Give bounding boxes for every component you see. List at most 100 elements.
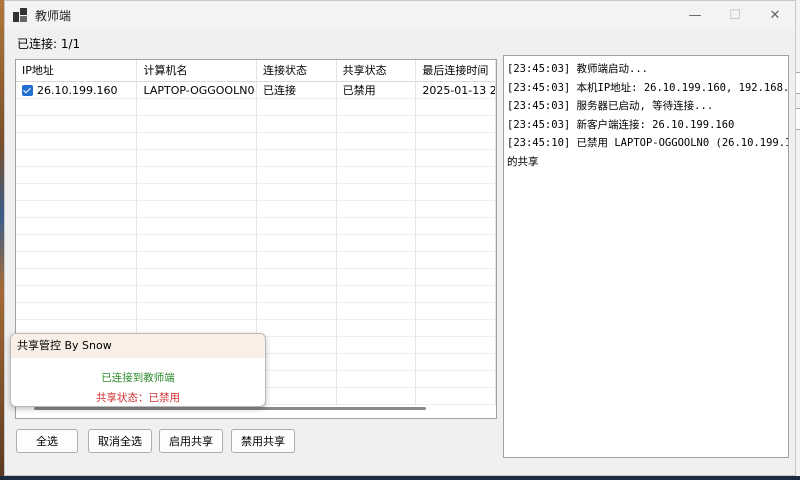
- log-line: [23:45:03] 新客户端连接: 26.10.199.160: [507, 118, 735, 131]
- empty-cell: [416, 235, 496, 252]
- empty-cell: [16, 218, 138, 235]
- empty-cell: [416, 337, 496, 354]
- empty-cell: [416, 269, 496, 286]
- empty-cell: [337, 99, 417, 116]
- log-textbox[interactable]: [23:45:03] 教师端启动... [23:45:03] 本机IP地址: 2…: [503, 55, 789, 458]
- enable-share-button[interactable]: 启用共享: [159, 429, 223, 453]
- row-checkbox[interactable]: [22, 85, 33, 96]
- empty-cell: [137, 201, 257, 218]
- empty-cell: [137, 150, 257, 167]
- empty-cell: [416, 252, 496, 269]
- empty-cell: [337, 116, 417, 133]
- empty-cell: [16, 150, 138, 167]
- empty-cell: [337, 337, 417, 354]
- empty-grid-row: [16, 252, 496, 269]
- empty-cell: [137, 252, 257, 269]
- title-bar[interactable]: 教师端 — ☐ ✕: [5, 1, 795, 29]
- empty-cell: [257, 150, 337, 167]
- column-header-last-connect-time[interactable]: 最后连接时间: [416, 60, 496, 82]
- empty-cell: [257, 201, 337, 218]
- cell-last-connect-time: 2025-01-13 23:45: [416, 82, 496, 99]
- empty-cell: [337, 354, 417, 371]
- cell-share-status: 已禁用: [337, 82, 417, 99]
- empty-cell: [16, 303, 138, 320]
- close-button[interactable]: ✕: [755, 1, 795, 29]
- empty-grid-row: [16, 286, 496, 303]
- select-all-button[interactable]: 全选: [16, 429, 78, 453]
- app-icon: [13, 8, 27, 22]
- empty-cell: [137, 133, 257, 150]
- empty-cell: [416, 354, 496, 371]
- empty-cell: [257, 99, 337, 116]
- empty-cell: [257, 116, 337, 133]
- empty-cell: [416, 286, 496, 303]
- empty-grid-row: [16, 269, 496, 286]
- empty-cell: [257, 371, 337, 388]
- empty-cell: [16, 167, 138, 184]
- minimize-button[interactable]: —: [675, 1, 715, 29]
- empty-grid-row: [16, 235, 496, 252]
- column-header-connection-status[interactable]: 连接状态: [257, 60, 337, 82]
- popup-share-status-message: 共享状态：已禁用: [96, 392, 180, 404]
- empty-grid-row: [16, 184, 496, 201]
- empty-cell: [257, 286, 337, 303]
- empty-cell: [416, 99, 496, 116]
- empty-cell: [337, 320, 417, 337]
- cell-ip[interactable]: 26.10.199.160: [16, 82, 138, 99]
- empty-cell: [337, 184, 417, 201]
- empty-cell: [137, 99, 257, 116]
- cell-computer-name: LAPTOP-OGGOOLN0: [137, 82, 257, 99]
- empty-cell: [337, 133, 417, 150]
- empty-cell: [16, 286, 138, 303]
- popup-title: 共享管控 By Snow: [11, 334, 265, 358]
- empty-cell: [337, 303, 417, 320]
- empty-cell: [257, 218, 337, 235]
- ip-text: 26.10.199.160: [37, 84, 118, 97]
- empty-cell: [416, 184, 496, 201]
- empty-cell: [416, 150, 496, 167]
- cell-connection-status: 已连接: [257, 82, 337, 99]
- empty-cell: [257, 303, 337, 320]
- empty-cell: [16, 133, 138, 150]
- popup-connected-message: 已连接到教师端: [101, 372, 175, 384]
- empty-cell: [416, 218, 496, 235]
- taskbar-edge: [0, 476, 800, 480]
- log-line: [23:45:03] 教师端启动...: [507, 63, 649, 75]
- empty-cell: [416, 320, 496, 337]
- empty-grid-row: [16, 150, 496, 167]
- empty-cell: [16, 116, 138, 133]
- share-status-popup[interactable]: 共享管控 By Snow 已连接到教师端 共享状态：已禁用: [10, 333, 266, 407]
- empty-cell: [416, 201, 496, 218]
- column-header-share-status[interactable]: 共享状态: [337, 60, 417, 82]
- window-title: 教师端: [35, 8, 72, 23]
- horizontal-scrollbar[interactable]: [34, 407, 426, 410]
- connection-count-label: 已连接: 1/1: [17, 37, 81, 51]
- disable-share-button[interactable]: 禁用共享: [231, 429, 295, 453]
- empty-cell: [337, 218, 417, 235]
- empty-cell: [137, 269, 257, 286]
- empty-grid-row: [16, 201, 496, 218]
- empty-cell: [137, 167, 257, 184]
- column-header-computer-name[interactable]: 计算机名: [137, 60, 257, 82]
- empty-cell: [416, 167, 496, 184]
- empty-cell: [16, 269, 138, 286]
- deselect-all-button[interactable]: 取消全选: [88, 429, 152, 453]
- empty-cell: [16, 252, 138, 269]
- empty-cell: [137, 303, 257, 320]
- empty-cell: [257, 235, 337, 252]
- empty-cell: [137, 286, 257, 303]
- empty-cell: [257, 354, 337, 371]
- column-header-ip[interactable]: IP地址: [16, 60, 138, 82]
- empty-cell: [257, 337, 337, 354]
- empty-cell: [337, 167, 417, 184]
- empty-cell: [16, 235, 138, 252]
- window-controls: — ☐ ✕: [675, 1, 795, 29]
- maximize-button[interactable]: ☐: [715, 1, 755, 29]
- empty-cell: [257, 388, 337, 405]
- empty-grid-row: [16, 116, 496, 133]
- empty-grid-row: [16, 218, 496, 235]
- empty-grid-row: [16, 133, 496, 150]
- empty-cell: [337, 371, 417, 388]
- table-row[interactable]: 26.10.199.160 LAPTOP-OGGOOLN0 已连接 已禁用 20…: [16, 82, 496, 99]
- empty-cell: [137, 184, 257, 201]
